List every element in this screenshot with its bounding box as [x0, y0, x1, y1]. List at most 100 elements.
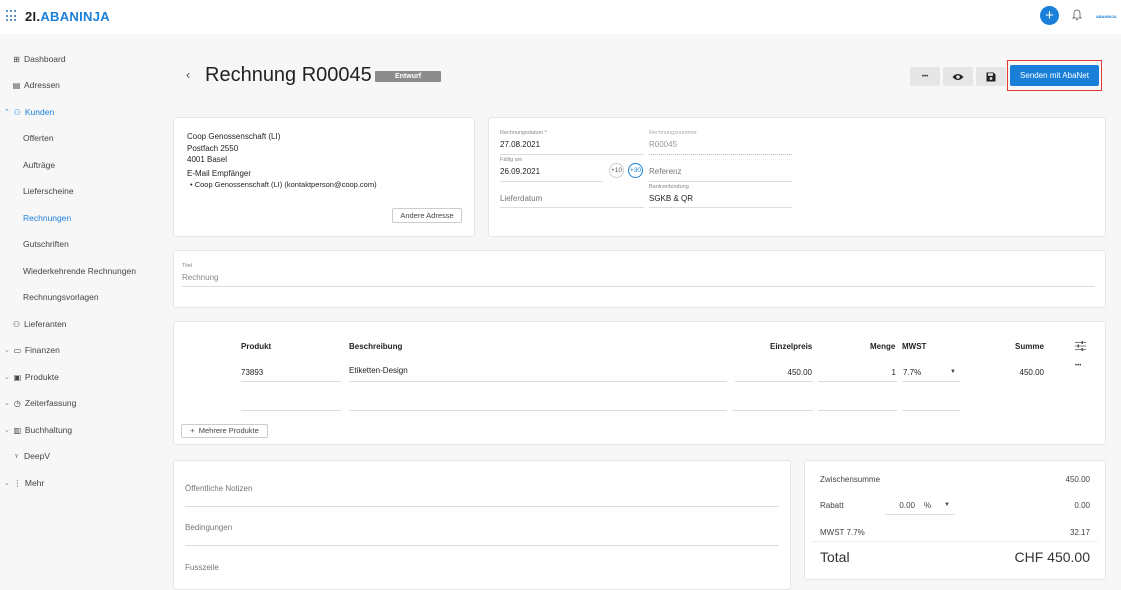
sidebar-item-finanzen[interactable]: ⌄ ▭ Finanzen	[4, 345, 60, 355]
preview-button[interactable]	[943, 67, 973, 86]
bank-select[interactable]: SGKB & QR	[649, 194, 693, 203]
sidebar-item-adressen[interactable]: ▤ Adressen	[12, 80, 60, 90]
sidebar-item-mehr[interactable]: ⌄ ⋮ Mehr	[4, 478, 44, 488]
chevron-down-icon: ⌄	[4, 427, 10, 434]
public-notes-input[interactable]: Öffentliche Notizen	[185, 484, 252, 493]
title-input[interactable]: Rechnung	[182, 273, 218, 282]
empty-vat-underline	[902, 410, 960, 411]
page-title: Rechnung R00045	[205, 64, 372, 86]
row-unit-price[interactable]: 450.00	[732, 368, 812, 377]
row-menu-button[interactable]: •••	[1075, 363, 1081, 369]
title-label: Titel	[182, 263, 193, 269]
sidebar-item-label: Kunden	[24, 107, 55, 117]
sidebar-item-lieferscheine[interactable]: Lieferscheine	[23, 186, 74, 196]
sidebar-item-label: Aufträge	[23, 160, 56, 170]
sidebar-item-offerten[interactable]: Offerten	[23, 133, 54, 143]
row-description[interactable]: Etiketten-Design	[349, 366, 408, 375]
vat-dropdown-icon[interactable]: ▼	[950, 369, 956, 375]
due-plus-10-button[interactable]: +10	[609, 163, 624, 178]
bank-label: Bankverbindung	[649, 184, 689, 190]
col-sum: Summe	[1015, 342, 1044, 351]
more-actions-button[interactable]: •••	[910, 67, 940, 86]
row-product-underline	[241, 381, 341, 382]
sidebar-item-label: Mehr	[24, 478, 45, 488]
chevron-down-icon: ⌄	[4, 480, 10, 487]
row-vat[interactable]: 7.7%	[903, 368, 921, 377]
total-value: CHF 450.00	[1014, 549, 1090, 565]
invoice-number-underline	[649, 154, 792, 155]
sidebar-item-auftraege[interactable]: Aufträge	[23, 160, 55, 170]
save-button[interactable]	[976, 67, 1006, 86]
column-settings-icon[interactable]	[1075, 341, 1086, 351]
address-line-3: 4001 Basel	[187, 155, 228, 164]
reference-input[interactable]: Referenz	[649, 167, 681, 176]
brand-logo[interactable]: 2I.ABANINJA	[25, 9, 110, 24]
row-quantity[interactable]: 1	[818, 368, 896, 377]
delivery-date-underline	[500, 207, 644, 208]
delivery-date-input[interactable]: Lieferdatum	[500, 194, 542, 203]
sidebar-item-rechnungen[interactable]: Rechnungen	[23, 213, 71, 223]
sidebar-item-gutschriften[interactable]: Gutschriften	[23, 239, 69, 249]
add-multiple-products-button[interactable]: + Mehrere Produkte	[181, 424, 268, 438]
sidebar-item-label: Rechnungen	[23, 213, 72, 223]
sidebar-item-label: Zeiterfassung	[24, 398, 77, 408]
col-description: Beschreibung	[349, 342, 403, 351]
other-address-button[interactable]: Andere Adresse	[392, 208, 462, 223]
sidebar-item-label: Finanzen	[24, 345, 60, 355]
finance-icon: ▭	[13, 345, 22, 355]
chevron-up-icon: ⌃	[4, 109, 10, 116]
discount-dropdown-icon[interactable]: ▼	[944, 502, 950, 508]
sidebar-item-produkte[interactable]: ⌄ ▣ Produkte	[4, 372, 59, 382]
sidebar-item-wiederkehrende[interactable]: Wiederkehrende Rechnungen	[23, 266, 136, 276]
vat-value: 32.17	[1069, 528, 1090, 537]
due-date-input[interactable]: 26.09.2021	[500, 167, 540, 176]
email-recipient-text: Coop Genossenschaft (LI) (kontaktperson@…	[194, 180, 377, 189]
invoice-number-label: Rechnungsnummer	[649, 130, 697, 136]
row-vat-underline	[902, 381, 960, 382]
address-line-2: Postfach 2550	[187, 144, 239, 153]
invoice-date-input[interactable]: 27.08.2021	[500, 140, 540, 149]
discount-input[interactable]: 0.00	[885, 501, 915, 510]
empty-product-underline	[241, 410, 341, 411]
invoice-number-input: R00045	[649, 140, 678, 149]
sidebar-item-label: Rechnungsvorlagen	[23, 292, 99, 302]
sidebar-item-buchhaltung[interactable]: ⌄ ▥ Buchhaltung	[4, 425, 72, 435]
app-grid-icon[interactable]	[6, 10, 18, 22]
row-product[interactable]: 73893	[241, 368, 263, 377]
back-button[interactable]: ‹	[186, 67, 190, 82]
sidebar-item-zeiterfassung[interactable]: ⌄ ◷ Zeiterfassung	[4, 398, 76, 408]
notes-card	[173, 460, 791, 590]
sidebar-item-dashboard[interactable]: ⊞ Dashboard	[12, 54, 65, 64]
send-abanet-button[interactable]: Senden mit AbaNet	[1010, 65, 1099, 86]
sidebar-item-label: Lieferscheine	[23, 186, 74, 196]
account-logo[interactable]: ABANINJA	[1096, 14, 1117, 19]
row-sum: 450.00	[1019, 368, 1044, 377]
sidebar-item-deepv[interactable]: ᵞ DeepV	[12, 451, 50, 461]
eye-icon	[952, 73, 964, 80]
due-plus-30-button[interactable]: +30	[628, 163, 643, 178]
sidebar-item-lieferanten[interactable]: ⚇ Lieferanten	[12, 319, 67, 329]
col-quantity: Menge	[870, 342, 896, 351]
col-product: Produkt	[241, 342, 272, 351]
logo-part-2: ABANINJA	[40, 9, 110, 24]
reference-underline	[649, 181, 792, 182]
vat-label: MWST 7.7%	[820, 528, 865, 537]
products-card	[173, 321, 1106, 445]
col-unit-price: Einzelpreis	[770, 342, 813, 351]
row-quantity-underline	[818, 381, 897, 382]
conditions-input[interactable]: Bedingungen	[185, 523, 232, 532]
create-plus-button[interactable]: +	[1040, 6, 1059, 25]
row-description-underline	[349, 381, 727, 382]
sidebar-item-kunden[interactable]: ⌃ ⚇ Kunden	[4, 107, 54, 117]
invoice-date-underline	[500, 154, 644, 155]
discount-unit-select[interactable]: %	[924, 501, 931, 510]
conditions-underline	[185, 545, 779, 546]
col-vat: MWST	[902, 342, 927, 351]
empty-quantity-underline	[818, 410, 897, 411]
sidebar-item-vorlagen[interactable]: Rechnungsvorlagen	[23, 292, 99, 302]
total-divider	[812, 541, 1098, 542]
row-unit-price-underline	[735, 381, 813, 382]
bell-icon[interactable]	[1072, 9, 1082, 21]
sidebar-item-label: Wiederkehrende Rechnungen	[23, 266, 136, 276]
footer-input[interactable]: Fusszeile	[185, 563, 219, 572]
